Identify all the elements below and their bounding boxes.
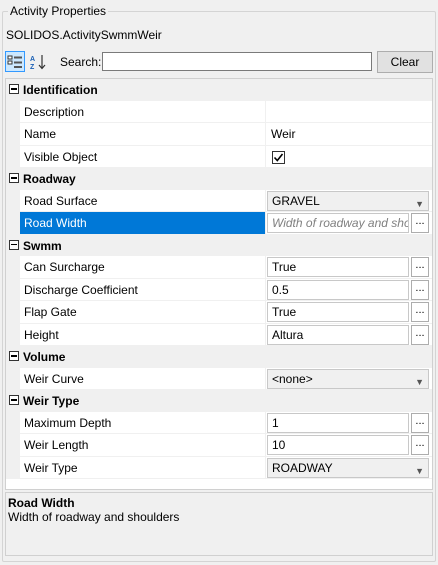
- dropdown-value: ROADWAY: [272, 460, 333, 475]
- discharge-coefficient-input[interactable]: 0.5: [267, 279, 409, 300]
- category-swmm[interactable]: Swmm: [6, 234, 432, 256]
- categorized-view-button[interactable]: [5, 51, 25, 72]
- property-row-description[interactable]: Description: [6, 100, 432, 123]
- collapse-icon[interactable]: [9, 395, 19, 405]
- collapse-icon[interactable]: [9, 351, 19, 361]
- property-name: Flap Gate: [20, 301, 266, 323]
- property-row-visible-object[interactable]: Visible Object: [6, 145, 432, 168]
- property-row-maximum-depth[interactable]: Maximum Depth 1 ...: [6, 411, 432, 434]
- flap-gate-input[interactable]: True: [267, 302, 409, 322]
- property-grid: Identification Description Name Weir Vis…: [5, 78, 433, 490]
- height-input[interactable]: Altura: [267, 324, 409, 345]
- category-label: Volume: [23, 350, 66, 364]
- property-name: Discharge Coefficient: [20, 278, 266, 300]
- description-panel: Road Width Width of roadway and shoulder…: [5, 492, 433, 556]
- category-weir-type[interactable]: Weir Type: [6, 390, 432, 412]
- property-name: Weir Length: [20, 434, 266, 456]
- property-name: Road Width: [20, 212, 266, 234]
- ellipsis-button[interactable]: ...: [411, 324, 429, 345]
- clear-button[interactable]: Clear: [377, 51, 433, 73]
- svg-text:Z: Z: [30, 64, 35, 70]
- group-title: Activity Properties: [8, 4, 109, 18]
- ellipsis-button[interactable]: ...: [411, 279, 429, 300]
- dropdown-value: <none>: [272, 371, 313, 386]
- property-name: Visible Object: [20, 145, 266, 167]
- weir-type-dropdown[interactable]: ROADWAY ▼: [267, 457, 429, 478]
- category-label: Identification: [23, 83, 98, 97]
- property-value[interactable]: [266, 101, 432, 123]
- collapse-icon[interactable]: [9, 239, 19, 250]
- property-row-weir-length[interactable]: Weir Length 10 ...: [6, 434, 432, 457]
- property-row-name[interactable]: Name Weir: [6, 123, 432, 146]
- category-label: Swmm: [23, 238, 62, 253]
- road-surface-dropdown[interactable]: GRAVEL ▼: [267, 190, 429, 211]
- property-grid-toolbar: A Z Search: Clear: [5, 50, 433, 74]
- property-name: Weir Type: [20, 456, 266, 478]
- category-identification[interactable]: Identification: [6, 79, 432, 101]
- collapse-icon[interactable]: [9, 173, 19, 183]
- description-text: Width of roadway and shoulders: [8, 510, 180, 524]
- ellipsis-button[interactable]: ...: [411, 213, 429, 233]
- category-volume[interactable]: Volume: [6, 346, 432, 368]
- property-name: Description: [20, 100, 266, 122]
- ellipsis-button[interactable]: ...: [411, 302, 429, 322]
- categorized-view-icon: [7, 55, 22, 68]
- property-row-weir-curve[interactable]: Weir Curve <none> ▼: [6, 367, 432, 390]
- search-label: Search:: [60, 55, 102, 69]
- svg-text:A: A: [30, 56, 35, 63]
- chevron-down-icon: ▼: [415, 198, 424, 209]
- property-row-height[interactable]: Height Altura ...: [6, 323, 432, 346]
- property-name: Road Surface: [20, 189, 266, 211]
- property-name: Maximum Depth: [20, 411, 266, 433]
- property-name: Weir Curve: [20, 367, 266, 389]
- alphabetical-sort-icon: A Z: [30, 54, 46, 70]
- category-label: Weir Type: [23, 394, 80, 408]
- property-row-can-surcharge[interactable]: Can Surcharge True ...: [6, 256, 432, 279]
- weir-curve-dropdown[interactable]: <none> ▼: [267, 368, 429, 389]
- property-name: Can Surcharge: [20, 256, 266, 278]
- category-label: Roadway: [23, 172, 76, 186]
- alphabetical-sort-button[interactable]: A Z: [29, 51, 49, 72]
- property-name: Name: [20, 123, 266, 145]
- property-value[interactable]: Weir: [266, 123, 432, 145]
- search-input[interactable]: [102, 52, 372, 71]
- chevron-down-icon: ▼: [415, 465, 424, 476]
- weir-length-input[interactable]: 10: [267, 435, 409, 455]
- visible-object-checkbox[interactable]: [272, 150, 285, 164]
- maximum-depth-input[interactable]: 1: [267, 412, 409, 433]
- object-type-name: SOLIDOS.ActivitySwmmWeir: [6, 28, 162, 42]
- property-row-road-width[interactable]: Road Width Width of roadway and shoulder…: [6, 212, 432, 235]
- property-row-road-surface[interactable]: Road Surface GRAVEL ▼: [6, 189, 432, 212]
- can-surcharge-input[interactable]: True: [267, 257, 409, 277]
- property-row-flap-gate[interactable]: Flap Gate True ...: [6, 301, 432, 324]
- ellipsis-button[interactable]: ...: [411, 435, 429, 455]
- property-row-weir-type[interactable]: Weir Type ROADWAY ▼: [6, 456, 432, 479]
- ellipsis-button[interactable]: ...: [411, 412, 429, 433]
- property-name: Height: [20, 323, 266, 345]
- collapse-icon[interactable]: [9, 84, 19, 94]
- dropdown-value: GRAVEL: [272, 193, 320, 208]
- road-width-input[interactable]: Width of roadway and shoulders: [267, 213, 409, 233]
- checkmark-icon: [273, 153, 284, 162]
- description-title: Road Width: [8, 496, 75, 510]
- ellipsis-button[interactable]: ...: [411, 257, 429, 277]
- category-roadway[interactable]: Roadway: [6, 168, 432, 190]
- property-row-discharge-coefficient[interactable]: Discharge Coefficient 0.5 ...: [6, 278, 432, 301]
- chevron-down-icon: ▼: [415, 376, 424, 387]
